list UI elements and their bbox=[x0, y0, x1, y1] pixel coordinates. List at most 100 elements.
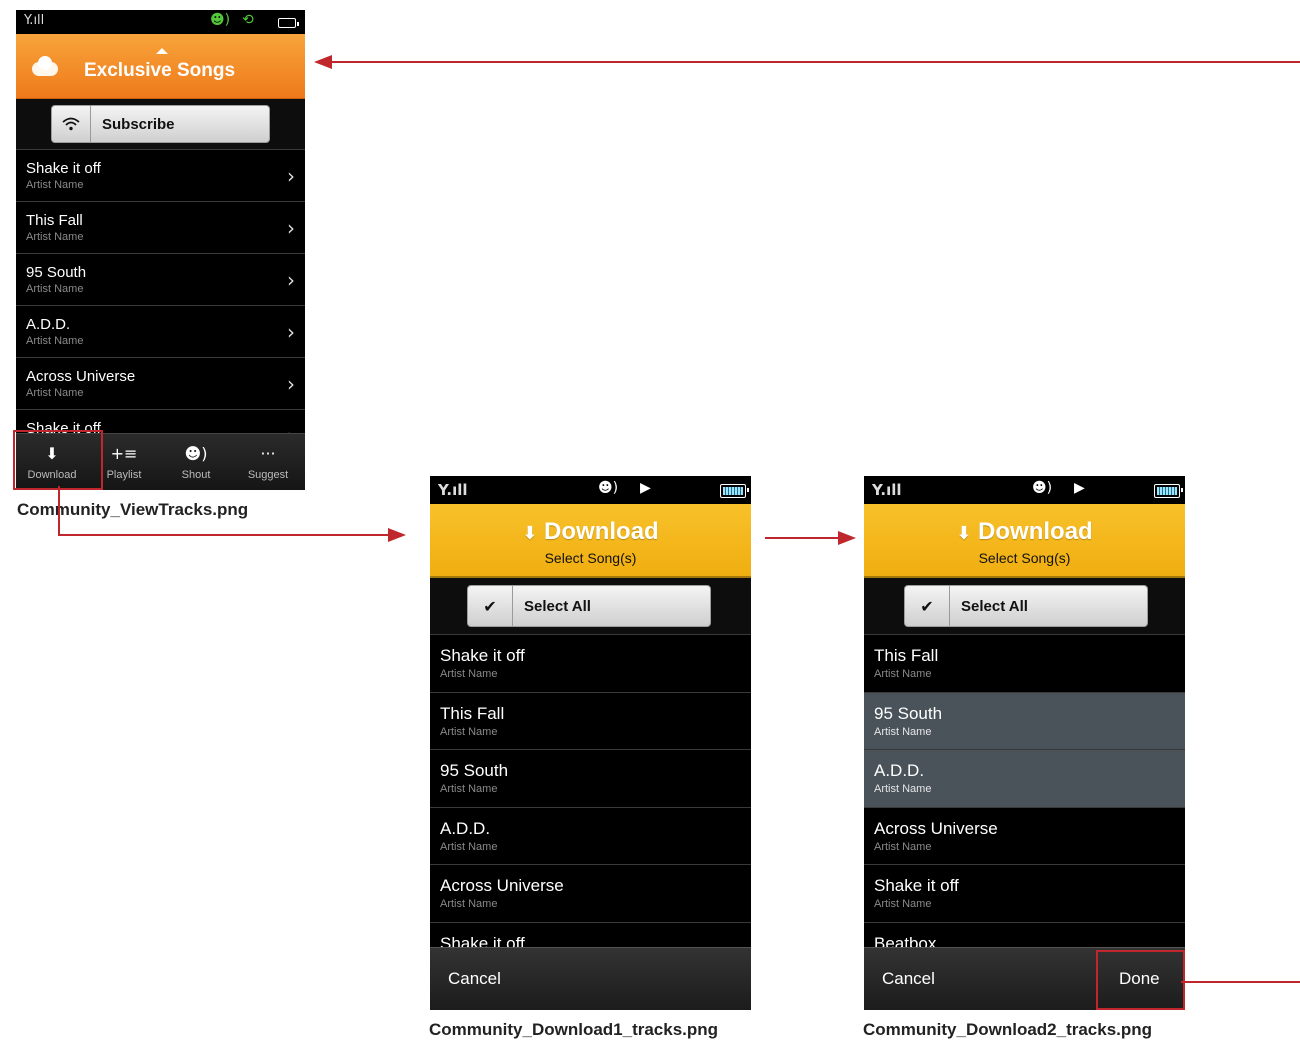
checkmark-icon: ✔ bbox=[905, 586, 950, 626]
download2-screen: Y.ıll ☻) ▶ ⬇ Download Select Song(s) ✔ S… bbox=[864, 476, 1185, 1010]
track-row[interactable]: A.D.D. Artist Name › bbox=[16, 305, 305, 358]
track-title: Across Universe bbox=[874, 818, 998, 838]
select-all-button[interactable]: ✔ Select All bbox=[467, 585, 711, 627]
header: ⬇ Download Select Song(s) bbox=[430, 504, 751, 578]
chevron-right-icon: › bbox=[287, 268, 295, 292]
tab-suggest[interactable]: ··· Suggest bbox=[232, 434, 304, 490]
tab-label: Shout bbox=[181, 469, 211, 481]
signal-icon: Y.ıll bbox=[872, 481, 902, 499]
track-title: A.D.D. bbox=[26, 316, 71, 333]
track-artist: Artist Name bbox=[26, 335, 84, 347]
track-row[interactable]: This Fall Artist Name bbox=[864, 634, 1185, 693]
track-title: Shake it off bbox=[440, 646, 525, 665]
track-row[interactable]: 95 South Artist Name bbox=[864, 691, 1185, 750]
community-icon bbox=[30, 56, 60, 78]
arrowhead-left-icon bbox=[314, 55, 332, 69]
sync-icon: ⟲ bbox=[242, 12, 254, 28]
cancel-button[interactable]: Cancel bbox=[882, 948, 935, 1010]
track-title: This Fall bbox=[26, 212, 83, 229]
tab-shout[interactable]: ☻) Shout bbox=[160, 434, 232, 490]
shout-status-icon: ☻) bbox=[1032, 480, 1053, 496]
track-artist: Artist Name bbox=[874, 725, 932, 738]
track-title: A.D.D. bbox=[874, 761, 925, 780]
page-subtitle: Select Song(s) bbox=[544, 550, 637, 566]
caption-view-tracks: Community_ViewTracks.png bbox=[17, 500, 249, 519]
track-row[interactable]: Shake it off Artist Name bbox=[864, 864, 1185, 923]
track-title: Shake it off bbox=[26, 160, 101, 177]
subscribe-bar: Subscribe bbox=[16, 99, 305, 149]
track-row[interactable]: A.D.D. Artist Name bbox=[864, 749, 1185, 808]
track-row[interactable]: 95 South Artist Name bbox=[430, 749, 751, 808]
subscribe-button[interactable]: Subscribe bbox=[51, 105, 270, 143]
cancel-button[interactable]: Cancel bbox=[448, 948, 501, 1010]
track-artist: Artist Name bbox=[440, 783, 498, 795]
select-all-label: Select All bbox=[524, 597, 591, 615]
download1-screen: Y.ıll ☻) ▶ ⬇ Download Select Song(s) ✔ S… bbox=[430, 476, 751, 1010]
track-artist: Artist Name bbox=[440, 725, 498, 738]
flow-line-done-out bbox=[1181, 981, 1300, 983]
play-icon: ▶ bbox=[640, 480, 651, 496]
shout-icon: ☻) bbox=[184, 444, 208, 463]
battery-icon bbox=[278, 18, 299, 28]
track-title: Across Universe bbox=[440, 876, 564, 895]
subscribe-label: Subscribe bbox=[102, 115, 175, 133]
track-artist: Artist Name bbox=[874, 840, 932, 853]
track-artist: Artist Name bbox=[26, 387, 84, 399]
track-title: Across Universe bbox=[26, 368, 136, 385]
track-artist: Artist Name bbox=[26, 283, 84, 295]
select-all-bar: ✔ Select All bbox=[864, 578, 1185, 634]
flow-line-right-1 bbox=[58, 534, 390, 536]
select-all-bar: ✔ Select All bbox=[430, 578, 751, 634]
track-artist: Artist Name bbox=[26, 231, 84, 243]
checkmark-icon: ✔ bbox=[468, 586, 513, 626]
track-artist: Artist Name bbox=[874, 783, 932, 795]
select-all-label: Select All bbox=[961, 597, 1028, 615]
status-bar: Y.ıll ☻) ⟲ bbox=[16, 10, 305, 34]
select-all-button[interactable]: ✔ Select All bbox=[904, 585, 1148, 627]
track-title: 95 South bbox=[26, 264, 87, 281]
shout-status-icon: ☻) bbox=[210, 12, 231, 28]
download-tab-highlight bbox=[13, 430, 103, 490]
battery-icon bbox=[720, 484, 749, 498]
track-row[interactable]: This Fall Artist Name bbox=[430, 691, 751, 750]
flow-line-top bbox=[330, 61, 1300, 63]
track-title: 95 South bbox=[874, 703, 943, 723]
track-artist: Artist Name bbox=[874, 898, 932, 910]
chevron-right-icon: › bbox=[287, 320, 295, 344]
track-title: A.D.D. bbox=[440, 818, 491, 838]
page-title: Exclusive Songs bbox=[84, 60, 236, 81]
tab-label: Suggest bbox=[247, 469, 289, 481]
play-icon: ▶ bbox=[1074, 480, 1085, 496]
track-row[interactable]: Across Universe Artist Name bbox=[864, 806, 1185, 865]
chevron-right-icon: › bbox=[287, 164, 295, 188]
track-row[interactable]: Across Universe Artist Name › bbox=[16, 357, 305, 410]
track-row[interactable]: Shake it off Artist Name › bbox=[16, 149, 305, 202]
track-artist: Artist Name bbox=[440, 668, 498, 680]
track-row[interactable]: Across Universe Artist Name bbox=[430, 864, 751, 923]
status-bar: Y.ıll ☻) ▶ bbox=[864, 476, 1185, 504]
caption-download1: Community_Download1_tracks.png bbox=[429, 1020, 719, 1039]
track-row[interactable]: Shake it off Artist Name bbox=[430, 634, 751, 693]
track-row[interactable]: 95 South Artist Name › bbox=[16, 253, 305, 306]
track-artist: Artist Name bbox=[440, 898, 498, 910]
signal-icon: Y.ıll bbox=[24, 13, 45, 28]
chevron-right-icon: › bbox=[287, 216, 295, 240]
page-title: ⬇ Download bbox=[522, 518, 659, 545]
status-bar: Y.ıll ☻) ▶ bbox=[430, 476, 751, 504]
collapse-arrow-icon[interactable] bbox=[156, 48, 168, 54]
track-row[interactable]: A.D.D. Artist Name bbox=[430, 806, 751, 865]
shout-status-icon: ☻) bbox=[598, 480, 619, 496]
track-title: This Fall bbox=[874, 646, 939, 665]
caption-download2: Community_Download2_tracks.png bbox=[863, 1020, 1153, 1039]
more-icon: ··· bbox=[260, 444, 276, 463]
signal-icon: Y.ıll bbox=[438, 481, 468, 499]
header: Exclusive Songs bbox=[16, 34, 305, 99]
track-artist: Artist Name bbox=[440, 840, 498, 853]
track-row[interactable]: This Fall Artist Name › bbox=[16, 201, 305, 254]
arrowhead-right-icon bbox=[838, 531, 856, 545]
track-title: 95 South bbox=[440, 761, 509, 780]
chevron-right-icon: › bbox=[287, 372, 295, 396]
arrowhead-right-icon bbox=[388, 528, 406, 542]
wifi-icon bbox=[52, 106, 91, 142]
download-icon: ⬇ bbox=[956, 523, 972, 544]
